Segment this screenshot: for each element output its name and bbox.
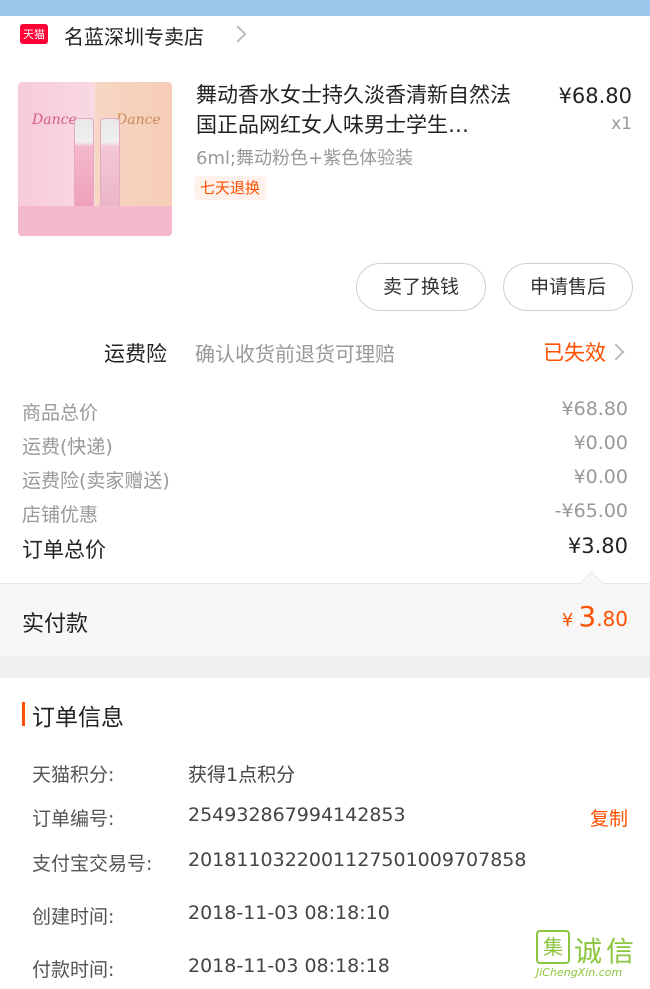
sell-button[interactable]: 卖了换钱 [356,263,486,311]
info-label: 订单编号: [32,808,115,830]
currency-symbol: ¥ [561,610,574,631]
watermark-url: JiChengXin.com [536,966,623,979]
summary-value: ¥0.00 [573,432,628,454]
summary-label: 商品总价 [22,402,99,424]
thumbnail-base [18,206,172,236]
accent-bar [22,702,25,726]
info-value: 2018-11-03 08:18:10 [188,902,390,924]
info-label: 付款时间: [32,959,115,981]
product-item[interactable]: Dance Dance 舞动香水女士持久淡香清新自然法国正品网红女人味男士学生…… [0,58,650,258]
section-divider [0,656,650,678]
thumbnail-label-right: Dance [116,112,161,128]
insurance-status: 已失效 [543,341,606,365]
product-title[interactable]: 舞动香水女士持久淡香清新自然法国正品网红女人味男士学生… [196,80,526,140]
summary-row: 店铺优惠 -¥65.00 [0,500,650,530]
pointer-notch [579,571,604,596]
insurance-desc: 确认收货前退货可理赔 [195,342,395,366]
order-info-title: 订单信息 [32,705,124,731]
summary-row: 运费(快递) ¥0.00 [0,432,650,462]
order-total-row: 订单总价 ¥3.80 [0,534,650,564]
order-total-value: ¥3.80 [567,534,628,558]
info-value: 2018110322001127501009707858 [188,849,527,871]
thumbnail-label-left: Dance [32,112,77,128]
status-bar [0,0,650,16]
product-thumbnail[interactable]: Dance Dance [18,82,172,236]
chevron-right-icon [607,343,625,361]
info-value: 254932867994142853 [188,804,406,826]
after-sale-button[interactable]: 申请售后 [503,263,633,311]
amount-paid-label: 实付款 [22,612,89,637]
info-label: 创建时间: [32,906,115,928]
copy-button[interactable]: 复制 [590,804,628,831]
info-row-order-number: 订单编号: 254932867994142853 复制 [0,804,650,838]
info-row-points: 天猫积分: 获得1点积分 [0,760,650,794]
order-total-label: 订单总价 [22,538,106,562]
shop-header[interactable]: 天猫 名蓝深圳专卖店 [0,16,650,58]
summary-value: ¥68.80 [561,398,628,420]
insurance-label: 运费险 [104,342,167,366]
watermark: 集 诚信 JiChengXin.com [530,930,650,980]
summary-label: 运费(快递) [22,436,113,458]
tmall-logo: 天猫 [20,24,48,44]
info-label: 支付宝交易号: [32,853,153,875]
summary-value: -¥65.00 [554,500,628,522]
order-info-header: 订单信息 [0,696,650,732]
shipping-insurance-row[interactable]: 运费险 确认收货前退货可理赔 已失效 [0,330,650,370]
amount-paid-row: 实付款 ¥ 3.80 [0,571,650,656]
chevron-right-icon [229,25,247,43]
watermark-word: 诚信 [574,935,639,968]
product-price: ¥68.80 [558,84,632,108]
watermark-logo: 集 [536,930,570,964]
product-sku: 6ml;舞动粉色+紫色体验装 [196,148,414,169]
product-quantity: x1 [611,114,632,134]
summary-row: 商品总价 ¥68.80 [0,398,650,428]
info-label: 天猫积分: [32,764,115,786]
amount-decimal: .80 [596,607,628,631]
summary-label: 运费险(卖家赠送) [22,470,170,492]
info-row-alipay-number: 支付宝交易号: 2018110322001127501009707858 [0,849,650,883]
amount-paid-value: ¥ 3.80 [562,600,628,633]
perfume-bottle-image [74,118,94,212]
perfume-bottle-image [100,118,120,212]
summary-label: 店铺优惠 [22,504,99,526]
return-policy-tag: 七天退换 [194,176,267,200]
summary-row: 运费险(卖家赠送) ¥0.00 [0,466,650,496]
info-value: 获得1点积分 [188,764,296,786]
info-value: 2018-11-03 08:18:18 [188,955,390,977]
amount-integer: 3 [578,600,597,633]
shop-name[interactable]: 名蓝深圳专卖店 [64,21,204,50]
summary-value: ¥0.00 [573,466,628,488]
